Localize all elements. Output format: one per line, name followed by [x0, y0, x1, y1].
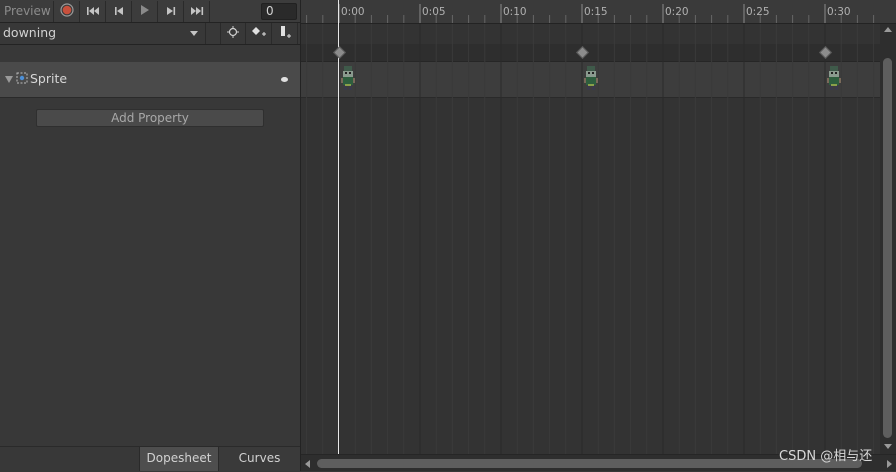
vertical-scroll-thumb[interactable]: [883, 58, 892, 438]
preview-button[interactable]: Preview: [0, 1, 54, 22]
last-key-icon: [190, 5, 204, 19]
add-keyframe-button[interactable]: [246, 23, 272, 44]
prev-key-icon: [113, 5, 125, 19]
playhead[interactable]: [338, 0, 339, 454]
next-key-icon: [165, 5, 177, 19]
clip-bar: downing: [0, 23, 300, 45]
sprite-keyframe-thumbnail[interactable]: [340, 64, 356, 94]
filter-by-selection-icon: [227, 26, 239, 41]
vertical-scrollbar[interactable]: [880, 24, 896, 454]
play-icon: [140, 4, 150, 19]
add-event-icon: [278, 25, 292, 42]
frame-input[interactable]: 0: [261, 3, 297, 20]
summary-spacer: [0, 45, 300, 62]
record-icon: [59, 3, 74, 20]
prev-keyframe-button[interactable]: [106, 1, 132, 22]
tab-curves[interactable]: Curves: [219, 447, 300, 471]
expand-triangle-icon[interactable]: [5, 76, 13, 83]
watermark-text: CSDN @相与还: [779, 449, 873, 464]
chevron-down-icon: [190, 31, 198, 36]
clip-dropdown[interactable]: downing: [0, 23, 206, 44]
clip-name: downing: [3, 25, 57, 40]
property-options-icon[interactable]: [281, 77, 288, 82]
sprite-keyframe-thumbnail[interactable]: [826, 64, 842, 94]
add-property-button[interactable]: Add Property: [36, 109, 264, 127]
first-key-icon: [86, 5, 100, 19]
property-label: Sprite: [30, 71, 68, 86]
view-tabs: Dopesheet Curves: [0, 446, 300, 472]
sprite-renderer-icon: [16, 72, 28, 87]
record-button[interactable]: [54, 1, 80, 22]
property-panel: Preview 0 downing Sprite Add Property Do…: [0, 0, 300, 472]
add-event-button[interactable]: [272, 23, 298, 44]
filter-by-selection-button[interactable]: [220, 23, 246, 44]
animation-toolbar: Preview 0: [0, 0, 300, 23]
first-keyframe-button[interactable]: [80, 1, 106, 22]
sprite-keyframe-thumbnail[interactable]: [583, 64, 599, 94]
property-row-sprite[interactable]: Sprite: [0, 62, 300, 98]
add-keyframe-icon: [251, 26, 267, 41]
play-button[interactable]: [132, 1, 158, 22]
last-keyframe-button[interactable]: [184, 1, 210, 22]
next-keyframe-button[interactable]: [158, 1, 184, 22]
tab-dopesheet[interactable]: Dopesheet: [139, 447, 219, 471]
